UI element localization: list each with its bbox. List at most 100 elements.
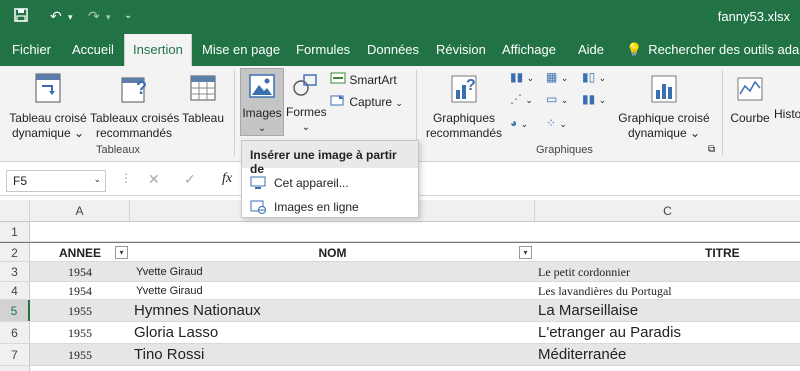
device-icon	[250, 176, 266, 189]
filter-dropdown-icon[interactable]: ▾	[115, 246, 128, 259]
recommended-pivot-button[interactable]: ? Tableaux croisés recommandés	[90, 72, 180, 141]
column-chart-button[interactable]: ▮▮ ⌄	[510, 70, 534, 84]
row-number[interactable]: 4	[0, 282, 30, 299]
tab-revision[interactable]: Révision	[436, 34, 486, 66]
recommended-pivot-label: Tableaux croisés	[90, 111, 180, 125]
shapes-button[interactable]: Formes ⌄	[286, 72, 327, 135]
cell-titre[interactable]: Méditerranée	[538, 344, 800, 365]
smartart-icon	[330, 72, 346, 84]
recommended-pivot-label-2: recommandés	[95, 126, 173, 140]
search-label: Rechercher des outils adap	[648, 42, 800, 57]
recommended-charts-button[interactable]: ? Graphiques recommandés	[424, 72, 504, 141]
recommended-charts-label: Graphiques	[432, 111, 496, 125]
title-bar: ↶ ▾ ↷ ▾ ⌄ fanny53.xlsx	[0, 0, 800, 34]
insert-function-icon[interactable]: fx	[222, 171, 232, 187]
row-number-selected[interactable]: 5	[0, 300, 30, 321]
cell-annee[interactable]: 1955	[30, 344, 130, 365]
sparkline-line-button[interactable]: Courbe	[730, 72, 770, 126]
table-row: 6 1955 Gloria Lasso L'etranger au Paradi…	[0, 322, 800, 344]
table-row: 7 1955 Tino Rossi Méditerranée	[0, 344, 800, 366]
table-row: 1	[0, 222, 800, 242]
combo-chart-icon: ▮▮	[582, 92, 596, 106]
search-tools[interactable]: 💡 Rechercher des outils adap	[626, 34, 800, 66]
row-number[interactable]: 1	[0, 222, 30, 241]
pie-chart-button[interactable]: ◕ ⌄	[510, 116, 528, 130]
tab-aide[interactable]: Aide	[578, 34, 604, 66]
table-button[interactable]: Tableau	[180, 72, 226, 126]
save-icon[interactable]	[14, 8, 28, 25]
filter-dropdown-icon[interactable]: ▾	[519, 246, 532, 259]
customize-toolbar-icon[interactable]: ⌄	[124, 10, 132, 21]
smartart-label: SmartArt	[349, 73, 397, 87]
row-number[interactable]: 3	[0, 262, 30, 281]
combo-chart-button[interactable]: ▮▮ ⌄	[582, 92, 606, 106]
smartart-button[interactable]: SmartArt	[330, 72, 397, 87]
screenshot-icon	[330, 95, 344, 106]
cell-nom[interactable]: Yvette Giraud	[136, 262, 535, 281]
cell-annee[interactable]: 1955	[30, 322, 130, 343]
cell-nom[interactable]: Hymnes Nationaux	[134, 300, 535, 321]
tab-accueil[interactable]: Accueil	[72, 34, 114, 66]
images-icon	[249, 74, 275, 98]
pivot-chart-button[interactable]: Graphique croisé dynamique ⌄	[616, 72, 712, 141]
dialog-launcher-icon[interactable]: ⧉	[708, 144, 715, 155]
line-chart-button[interactable]: ⋰ ⌄	[510, 92, 533, 106]
header-nom[interactable]: NOM	[130, 243, 535, 261]
undo-icon[interactable]: ↶	[50, 8, 62, 25]
dropdown-header: Insérer une image à partir de	[242, 141, 418, 176]
name-box[interactable]: F5 ⌄	[6, 170, 106, 192]
tab-formules[interactable]: Formules	[296, 34, 350, 66]
cell-nom[interactable]: Tino Rossi	[134, 344, 535, 365]
file-name: fanny53.xlsx	[717, 9, 790, 24]
row-number[interactable]	[0, 366, 30, 371]
cell-nom[interactable]: Gloria Lasso	[134, 322, 535, 343]
tab-mise-en-page[interactable]: Mise en page	[202, 34, 280, 66]
redo-icon[interactable]: ↷	[88, 8, 100, 25]
tab-fichier[interactable]: Fichier	[12, 34, 51, 66]
online-images-item[interactable]: Images en ligne	[242, 195, 418, 219]
undo-dropdown-icon[interactable]: ▾	[68, 12, 73, 23]
table-icon	[190, 75, 216, 101]
table-row: 3 1954 Yvette Giraud Le petit cordonnier	[0, 262, 800, 282]
group-tableaux-label: Tableaux	[96, 144, 141, 156]
cell-annee[interactable]: 1954	[30, 282, 130, 299]
row-number[interactable]: 2	[0, 243, 30, 261]
waterfall-chart-button[interactable]: ▭ ⌄	[546, 92, 568, 106]
images-dropdown-icon: ⌄	[257, 123, 267, 134]
cell-titre[interactable]: Les lavandières du Portugal	[538, 282, 800, 299]
table-label: Tableau	[181, 111, 225, 125]
enter-icon[interactable]: ✓	[184, 171, 196, 188]
header-titre[interactable]: TITRE	[535, 243, 800, 261]
tab-insertion[interactable]: Insertion	[124, 34, 192, 66]
tab-donnees[interactable]: Données	[367, 34, 419, 66]
row-number[interactable]: 7	[0, 344, 30, 365]
sparkline-line-label: Courbe	[730, 111, 770, 125]
column-header-a[interactable]: A	[30, 200, 130, 222]
formula-options-icon[interactable]: ⋮	[120, 171, 132, 185]
recommended-pivot-icon: ?	[121, 77, 147, 103]
scatter-chart-button[interactable]: ⁘ ⌄	[546, 116, 567, 130]
sparkline-column-button[interactable]: Histo	[774, 72, 800, 122]
insert-from-device-item[interactable]: Cet appareil...	[242, 171, 418, 195]
stats-chart-button[interactable]: ▮▯ ⌄	[582, 70, 606, 84]
select-all-corner[interactable]	[0, 200, 30, 222]
cell-nom[interactable]: Yvette Giraud	[136, 282, 535, 299]
pivot-table-button[interactable]: Tableau croisé dynamique ⌄	[8, 72, 88, 141]
tab-affichage[interactable]: Affichage	[502, 34, 556, 66]
cancel-icon[interactable]: ✕	[148, 171, 160, 188]
group-separator	[234, 70, 235, 156]
cell-annee[interactable]: 1955	[30, 300, 130, 321]
column-header-c[interactable]: C	[535, 200, 800, 222]
hierarchy-chart-button[interactable]: ▦ ⌄	[546, 70, 568, 84]
pie-chart-icon: ◕	[510, 116, 518, 130]
redo-dropdown-icon[interactable]: ▾	[106, 12, 111, 23]
cell-titre[interactable]: Le petit cordonnier	[538, 262, 800, 281]
cell-titre[interactable]: L'etranger au Paradis	[538, 322, 800, 343]
sparkline-line-icon	[737, 77, 763, 101]
cell-titre[interactable]: La Marseillaise	[538, 300, 800, 321]
name-box-dropdown-icon[interactable]: ⌄	[93, 174, 101, 185]
cell-annee[interactable]: 1954	[30, 262, 130, 281]
images-button[interactable]: Images ⌄	[240, 68, 284, 136]
capture-button[interactable]: Capture ⌄	[330, 94, 403, 109]
row-number[interactable]: 6	[0, 322, 30, 343]
